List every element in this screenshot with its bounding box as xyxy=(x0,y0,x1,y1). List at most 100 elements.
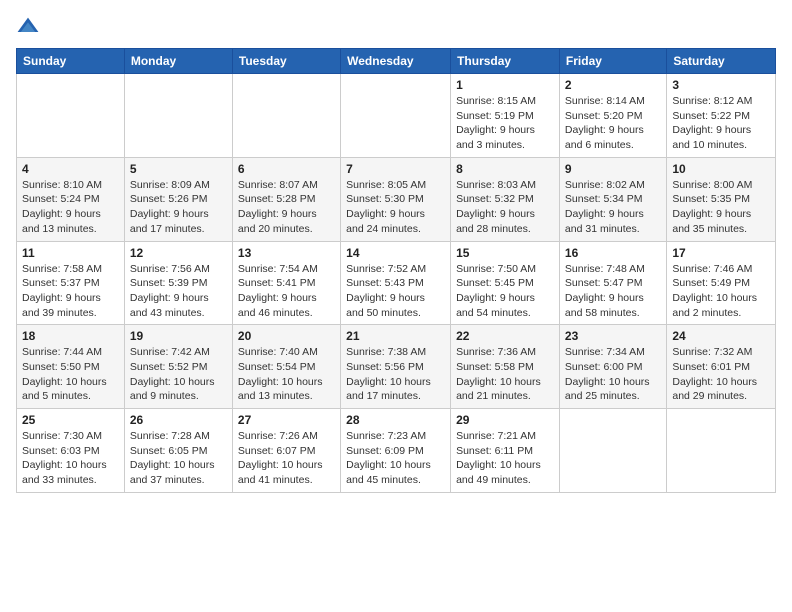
day-number: 10 xyxy=(672,162,770,176)
day-info: Sunrise: 8:05 AM Sunset: 5:30 PM Dayligh… xyxy=(346,178,445,237)
calendar-cell: 12 Sunrise: 7:56 AM Sunset: 5:39 PM Dayli… xyxy=(124,241,232,325)
calendar-cell: 19Sunrise: 7:42 AM Sunset: 5:52 PM Dayli… xyxy=(124,325,232,409)
day-info: Sunrise: 7:44 AM Sunset: 5:50 PM Dayligh… xyxy=(22,345,119,404)
calendar-cell: 4 Sunrise: 8:10 AM Sunset: 5:24 PM Daylig… xyxy=(17,157,125,241)
day-number: 12 xyxy=(130,246,227,260)
day-number: 5 xyxy=(130,162,227,176)
day-number: 14 xyxy=(346,246,445,260)
calendar-cell: 11 Sunrise: 7:58 AM Sunset: 5:37 PM Dayli… xyxy=(17,241,125,325)
day-info: Sunrise: 8:00 AM Sunset: 5:35 PM Dayligh… xyxy=(672,178,770,237)
day-number: 16 xyxy=(565,246,661,260)
day-number: 4 xyxy=(22,162,119,176)
day-number: 7 xyxy=(346,162,445,176)
calendar-cell: 15Sunrise: 7:50 AM Sunset: 5:45 PM Dayli… xyxy=(451,241,560,325)
day-info: Sunrise: 8:02 AM Sunset: 5:34 PM Dayligh… xyxy=(565,178,661,237)
day-info: Sunrise: 7:46 AM Sunset: 5:49 PM Dayligh… xyxy=(672,262,770,321)
day-number: 1 xyxy=(456,78,554,92)
weekday-header-sunday: Sunday xyxy=(17,49,125,74)
logo-icon xyxy=(16,16,40,40)
calendar-cell: 21 Sunrise: 7:38 AM Sunset: 5:56 PM Dayli… xyxy=(341,325,451,409)
day-number: 19 xyxy=(130,329,227,343)
day-number: 28 xyxy=(346,413,445,427)
day-info: Sunrise: 7:32 AM Sunset: 6:01 PM Dayligh… xyxy=(672,345,770,404)
day-info: Sunrise: 7:56 AM Sunset: 5:39 PM Dayligh… xyxy=(130,262,227,321)
day-info: Sunrise: 7:28 AM Sunset: 6:05 PM Dayligh… xyxy=(130,429,227,488)
day-number: 29 xyxy=(456,413,554,427)
calendar-cell xyxy=(232,74,340,158)
day-number: 27 xyxy=(238,413,335,427)
calendar-cell: 14 Sunrise: 7:52 AM Sunset: 5:43 PM Dayli… xyxy=(341,241,451,325)
calendar-cell: 2 Sunrise: 8:14 AM Sunset: 5:20 PM Daylig… xyxy=(559,74,666,158)
week-row-1: 1 Sunrise: 8:15 AM Sunset: 5:19 PM Daylig… xyxy=(17,74,776,158)
weekday-header-friday: Friday xyxy=(559,49,666,74)
day-number: 17 xyxy=(672,246,770,260)
calendar-cell: 18Sunrise: 7:44 AM Sunset: 5:50 PM Dayli… xyxy=(17,325,125,409)
calendar-cell: 23 Sunrise: 7:34 AM Sunset: 6:00 PM Dayli… xyxy=(559,325,666,409)
day-number: 8 xyxy=(456,162,554,176)
day-info: Sunrise: 8:15 AM Sunset: 5:19 PM Dayligh… xyxy=(456,94,554,153)
calendar-cell xyxy=(341,74,451,158)
weekday-header-monday: Monday xyxy=(124,49,232,74)
day-number: 26 xyxy=(130,413,227,427)
day-number: 3 xyxy=(672,78,770,92)
calendar-cell: 5 Sunrise: 8:09 AM Sunset: 5:26 PM Daylig… xyxy=(124,157,232,241)
day-info: Sunrise: 7:54 AM Sunset: 5:41 PM Dayligh… xyxy=(238,262,335,321)
day-number: 11 xyxy=(22,246,119,260)
weekday-header-row: SundayMondayTuesdayWednesdayThursdayFrid… xyxy=(17,49,776,74)
calendar-cell: 28 Sunrise: 7:23 AM Sunset: 6:09 PM Dayli… xyxy=(341,409,451,493)
day-info: Sunrise: 8:12 AM Sunset: 5:22 PM Dayligh… xyxy=(672,94,770,153)
day-info: Sunrise: 7:52 AM Sunset: 5:43 PM Dayligh… xyxy=(346,262,445,321)
week-row-5: 25 Sunrise: 7:30 AM Sunset: 6:03 PM Dayli… xyxy=(17,409,776,493)
day-info: Sunrise: 7:34 AM Sunset: 6:00 PM Dayligh… xyxy=(565,345,661,404)
calendar-cell xyxy=(667,409,776,493)
day-info: Sunrise: 7:23 AM Sunset: 6:09 PM Dayligh… xyxy=(346,429,445,488)
calendar-cell: 9 Sunrise: 8:02 AM Sunset: 5:34 PM Daylig… xyxy=(559,157,666,241)
day-number: 20 xyxy=(238,329,335,343)
page-header xyxy=(16,16,776,40)
day-info: Sunrise: 8:09 AM Sunset: 5:26 PM Dayligh… xyxy=(130,178,227,237)
day-number: 25 xyxy=(22,413,119,427)
day-info: Sunrise: 8:03 AM Sunset: 5:32 PM Dayligh… xyxy=(456,178,554,237)
calendar-cell: 24Sunrise: 7:32 AM Sunset: 6:01 PM Dayli… xyxy=(667,325,776,409)
day-number: 15 xyxy=(456,246,554,260)
calendar-cell: 22 Sunrise: 7:36 AM Sunset: 5:58 PM Dayli… xyxy=(451,325,560,409)
day-number: 2 xyxy=(565,78,661,92)
day-info: Sunrise: 7:38 AM Sunset: 5:56 PM Dayligh… xyxy=(346,345,445,404)
calendar-cell: 1 Sunrise: 8:15 AM Sunset: 5:19 PM Daylig… xyxy=(451,74,560,158)
calendar-cell: 13 Sunrise: 7:54 AM Sunset: 5:41 PM Dayli… xyxy=(232,241,340,325)
day-info: Sunrise: 7:58 AM Sunset: 5:37 PM Dayligh… xyxy=(22,262,119,321)
day-number: 13 xyxy=(238,246,335,260)
weekday-header-wednesday: Wednesday xyxy=(341,49,451,74)
week-row-2: 4 Sunrise: 8:10 AM Sunset: 5:24 PM Daylig… xyxy=(17,157,776,241)
day-info: Sunrise: 7:36 AM Sunset: 5:58 PM Dayligh… xyxy=(456,345,554,404)
calendar-cell: 6 Sunrise: 8:07 AM Sunset: 5:28 PM Daylig… xyxy=(232,157,340,241)
calendar-cell: 3 Sunrise: 8:12 AM Sunset: 5:22 PM Daylig… xyxy=(667,74,776,158)
day-info: Sunrise: 7:40 AM Sunset: 5:54 PM Dayligh… xyxy=(238,345,335,404)
calendar-cell: 20 Sunrise: 7:40 AM Sunset: 5:54 PM Dayli… xyxy=(232,325,340,409)
calendar-cell: 16 Sunrise: 7:48 AM Sunset: 5:47 PM Dayli… xyxy=(559,241,666,325)
calendar-cell: 26 Sunrise: 7:28 AM Sunset: 6:05 PM Dayli… xyxy=(124,409,232,493)
weekday-header-thursday: Thursday xyxy=(451,49,560,74)
weekday-header-saturday: Saturday xyxy=(667,49,776,74)
calendar-cell xyxy=(559,409,666,493)
calendar-cell: 25 Sunrise: 7:30 AM Sunset: 6:03 PM Dayli… xyxy=(17,409,125,493)
day-info: Sunrise: 8:10 AM Sunset: 5:24 PM Dayligh… xyxy=(22,178,119,237)
logo xyxy=(16,16,44,40)
day-number: 6 xyxy=(238,162,335,176)
day-info: Sunrise: 8:07 AM Sunset: 5:28 PM Dayligh… xyxy=(238,178,335,237)
day-number: 9 xyxy=(565,162,661,176)
calendar-cell: 17 Sunrise: 7:46 AM Sunset: 5:49 PM Dayli… xyxy=(667,241,776,325)
day-info: Sunrise: 7:30 AM Sunset: 6:03 PM Dayligh… xyxy=(22,429,119,488)
calendar-cell: 10 Sunrise: 8:00 AM Sunset: 5:35 PM Dayli… xyxy=(667,157,776,241)
calendar-cell xyxy=(17,74,125,158)
day-number: 21 xyxy=(346,329,445,343)
calendar-cell: 27 Sunrise: 7:26 AM Sunset: 6:07 PM Dayli… xyxy=(232,409,340,493)
calendar-cell: 7 Sunrise: 8:05 AM Sunset: 5:30 PM Daylig… xyxy=(341,157,451,241)
day-number: 23 xyxy=(565,329,661,343)
day-info: Sunrise: 7:48 AM Sunset: 5:47 PM Dayligh… xyxy=(565,262,661,321)
day-number: 22 xyxy=(456,329,554,343)
week-row-3: 11 Sunrise: 7:58 AM Sunset: 5:37 PM Dayli… xyxy=(17,241,776,325)
calendar-cell xyxy=(124,74,232,158)
day-info: Sunrise: 8:14 AM Sunset: 5:20 PM Dayligh… xyxy=(565,94,661,153)
day-info: Sunrise: 7:26 AM Sunset: 6:07 PM Dayligh… xyxy=(238,429,335,488)
